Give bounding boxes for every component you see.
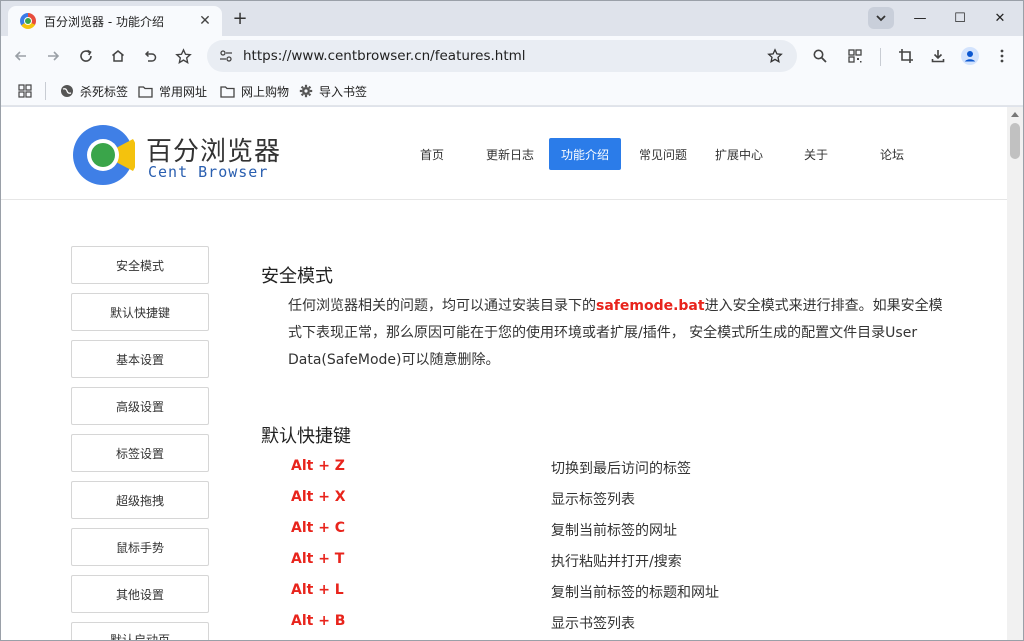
bookmark-label: 杀死标签 — [80, 84, 129, 99]
sidebar-item-tab-settings[interactable]: 标签设置 — [71, 434, 209, 472]
shortcut-key: Alt + L — [291, 582, 344, 598]
bookmark-kill-tabs[interactable]: 杀死标签 — [60, 82, 128, 100]
tab-search-button[interactable] — [868, 7, 894, 29]
nav-faq[interactable]: 常见问题 — [633, 138, 693, 170]
cent-browser-logo-icon[interactable] — [71, 123, 135, 187]
downloads-button[interactable] — [926, 44, 950, 68]
sidebar-item-basic-settings[interactable]: 基本设置 — [71, 340, 209, 378]
browser-toolbar: https://www.centbrowser.cn/features.html — [0, 36, 1024, 76]
new-tab-button[interactable]: + — [228, 8, 252, 32]
bookmark-label: 导入书签 — [319, 84, 368, 99]
qr-code-button[interactable] — [843, 44, 867, 68]
globe-icon — [61, 85, 73, 97]
nav-features[interactable]: 功能介绍 — [549, 138, 621, 170]
undo-close-tab-button[interactable] — [138, 44, 162, 68]
star-icon — [174, 47, 192, 64]
bookmark-label: 常用网址 — [159, 84, 208, 99]
shortcut-key: Alt + B — [291, 613, 346, 629]
shortcut-description: 执行粘贴并打开/搜索 — [551, 554, 682, 570]
minimize-button[interactable]: — — [900, 4, 940, 32]
folder-icon — [138, 85, 153, 98]
sidebar-item-super-drag[interactable]: 超级拖拽 — [71, 481, 209, 519]
reload-icon — [80, 49, 92, 62]
bookmark-folder-shopping[interactable]: 网上购物 — [220, 82, 289, 100]
browser-tab[interactable]: 百分浏览器 - 功能介绍 ✕ — [8, 6, 222, 36]
close-window-button[interactable]: ✕ — [980, 4, 1020, 32]
crop-icon — [899, 49, 913, 63]
nav-extensions[interactable]: 扩展中心 — [709, 138, 769, 170]
chevron-down-icon — [876, 15, 886, 22]
back-button[interactable] — [9, 44, 33, 68]
section-title-shortcuts: 默认快捷键 — [261, 426, 351, 447]
home-icon — [112, 50, 124, 62]
sidebar-item-advanced-settings[interactable]: 高级设置 — [71, 387, 209, 425]
bookmark-page-button[interactable] — [171, 44, 195, 68]
logo-subtitle: Cent Browser — [148, 163, 269, 181]
shortcut-key: Alt + Z — [291, 458, 345, 474]
reload-button[interactable] — [74, 44, 98, 68]
download-icon — [931, 50, 945, 63]
apps-grid-icon — [18, 84, 32, 98]
toolbar-divider — [880, 48, 881, 66]
sidebar-item-default-start-page[interactable]: 默认启动页 — [71, 622, 209, 640]
tab-title: 百分浏览器 - 功能介绍 — [44, 14, 164, 29]
tab-strip: 百分浏览器 - 功能介绍 ✕ + — ☐ ✕ — [0, 0, 1024, 36]
nav-forum[interactable]: 论坛 — [869, 138, 915, 170]
arrow-left-icon — [14, 51, 26, 61]
undo-icon — [144, 50, 157, 62]
more-vertical-icon — [1000, 49, 1004, 63]
nav-about[interactable]: 关于 — [793, 138, 839, 170]
nav-home[interactable]: 首页 — [409, 138, 455, 170]
site-header: 百分浏览器 Cent Browser 首页 更新日志 功能介绍 常见问题 扩展中… — [1, 107, 1007, 200]
bookmark-import[interactable]: 导入书签 — [299, 82, 367, 100]
qr-code-icon — [848, 49, 862, 63]
forward-button[interactable] — [41, 44, 65, 68]
scroll-up-arrow-icon[interactable] — [1007, 107, 1023, 121]
cent-browser-favicon-icon — [20, 13, 36, 29]
site-info-icon[interactable] — [217, 47, 235, 65]
shortcut-description: 显示标签列表 — [551, 492, 635, 508]
sidebar-item-safe-mode[interactable]: 安全模式 — [71, 246, 209, 284]
scrollbar-thumb[interactable] — [1010, 123, 1020, 159]
shortcut-key: Alt + C — [291, 520, 346, 536]
folder-icon — [220, 85, 235, 98]
nav-changelog[interactable]: 更新日志 — [481, 138, 539, 170]
apps-button[interactable] — [18, 82, 38, 100]
search-button[interactable] — [808, 44, 832, 68]
shortcut-description: 显示书签列表 — [551, 616, 635, 632]
shortcut-description: 切换到最后访问的标签 — [551, 461, 691, 477]
avatar-icon — [961, 47, 979, 65]
sidebar-item-shortcuts[interactable]: 默认快捷键 — [71, 293, 209, 331]
maximize-button[interactable]: ☐ — [940, 4, 980, 32]
address-bar[interactable]: https://www.centbrowser.cn/features.html — [207, 40, 797, 72]
url-text[interactable]: https://www.centbrowser.cn/features.html — [243, 48, 763, 64]
menu-button[interactable] — [990, 44, 1014, 68]
profile-button[interactable] — [958, 44, 982, 68]
sidebar-item-mouse-gestures[interactable]: 鼠标手势 — [71, 528, 209, 566]
shortcut-description: 复制当前标签的网址 — [551, 523, 677, 539]
web-page: 百分浏览器 Cent Browser 首页 更新日志 功能介绍 常见问题 扩展中… — [1, 107, 1007, 640]
page-scrollbar[interactable] — [1007, 107, 1023, 640]
bookmark-label: 网上购物 — [241, 84, 290, 99]
safe-mode-description: 任何浏览器相关的问题，均可以通过安装目录下的safemode.bat进入安全模式… — [288, 298, 943, 368]
section-title-safe-mode: 安全模式 — [261, 266, 333, 287]
bookmark-star-icon[interactable] — [763, 44, 787, 68]
gear-icon — [299, 84, 313, 98]
bookmark-folder-common[interactable]: 常用网址 — [138, 82, 207, 100]
safemode-bat-highlight: safemode.bat — [596, 298, 705, 314]
shortcut-key: Alt + X — [291, 489, 346, 505]
tab-close-icon[interactable]: ✕ — [196, 13, 214, 29]
sidebar-item-other-settings[interactable]: 其他设置 — [71, 575, 209, 613]
bookmark-separator — [45, 82, 46, 100]
crop-screenshot-button[interactable] — [894, 44, 918, 68]
search-icon — [813, 49, 827, 63]
bookmarks-bar: 杀死标签 常用网址 网上购物 导入书签 — [0, 76, 1024, 106]
shortcut-description: 复制当前标签的标题和网址 — [551, 585, 719, 601]
home-button[interactable] — [106, 44, 130, 68]
shortcut-key: Alt + T — [291, 551, 345, 567]
arrow-right-icon — [48, 51, 60, 61]
